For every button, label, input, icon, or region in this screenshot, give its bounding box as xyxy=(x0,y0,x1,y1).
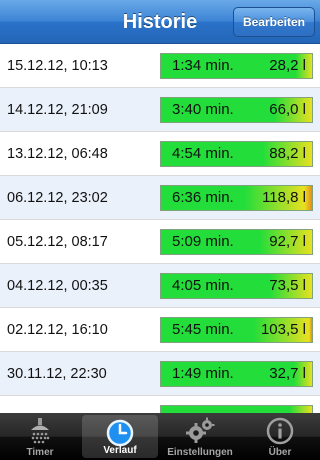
history-date: 13.12.12, 06:48 xyxy=(7,146,108,162)
tab-label: Timer xyxy=(26,447,54,458)
shower-duration: 4:05 min. xyxy=(172,277,234,294)
water-volume: 92,7 l xyxy=(269,233,306,250)
consumption-meter: 5:09 min. 92,7 l xyxy=(160,229,313,255)
shower-duration: 1:34 min. xyxy=(172,57,234,74)
consumption-meter: 4:54 min. 88,2 l xyxy=(160,141,313,167)
history-row[interactable] xyxy=(0,396,320,413)
history-row[interactable]: 15.12.12, 10:13 1:34 min. 28,2 l xyxy=(0,44,320,88)
shower-duration: 1:49 min. xyxy=(172,365,234,382)
history-row[interactable]: 30.11.12, 22:30 1:49 min. 32,7 l xyxy=(0,352,320,396)
water-volume: 88,2 l xyxy=(269,145,306,162)
history-date: 06.12.12, 23:02 xyxy=(7,190,108,206)
water-volume: 118,8 l xyxy=(262,189,306,206)
tab-timer[interactable]: Timer xyxy=(0,413,80,460)
history-row[interactable]: 04.12.12, 00:35 4:05 min. 73,5 l xyxy=(0,264,320,308)
tab-verlauf[interactable]: Verlauf xyxy=(82,415,158,458)
history-date: 04.12.12, 00:35 xyxy=(7,278,108,294)
history-date: 05.12.12, 08:17 xyxy=(7,234,108,250)
water-volume: 73,5 l xyxy=(269,277,306,294)
shower-duration: 5:09 min. xyxy=(172,233,234,250)
history-list[interactable]: 15.12.12, 10:13 1:34 min. 28,2 l 14.12.1… xyxy=(0,44,320,413)
history-row[interactable]: 06.12.12, 23:02 6:36 min. 118,8 l xyxy=(0,176,320,220)
tab-label: Verlauf xyxy=(103,445,137,456)
shower-icon xyxy=(31,418,50,444)
water-volume: 28,2 l xyxy=(269,57,306,74)
water-volume: 103,5 l xyxy=(260,321,306,338)
shower-duration: 6:36 min. xyxy=(172,189,234,206)
tab-ueber[interactable]: Über xyxy=(240,413,320,460)
shower-duration: 4:54 min. xyxy=(172,145,234,162)
consumption-meter: 5:45 min. 103,5 l xyxy=(160,317,313,343)
tab-label: Einstellungen xyxy=(167,447,233,458)
consumption-meter: 4:05 min. 73,5 l xyxy=(160,273,313,299)
consumption-meter: 1:34 min. 28,2 l xyxy=(160,53,313,79)
consumption-meter: 1:49 min. 32,7 l xyxy=(160,361,313,387)
tab-label: Über xyxy=(268,447,292,458)
tab-einstellungen[interactable]: Einstellungen xyxy=(160,413,240,460)
history-row[interactable]: 13.12.12, 06:48 4:54 min. 88,2 l xyxy=(0,132,320,176)
tab-bar: Timer Verlauf Einstellungen Über xyxy=(0,413,320,460)
history-row[interactable]: 02.12.12, 16:10 5:45 min. 103,5 l xyxy=(0,308,320,352)
gears-icon xyxy=(186,417,215,443)
info-icon xyxy=(266,417,294,445)
history-row[interactable]: 05.12.12, 08:17 5:09 min. 92,7 l xyxy=(0,220,320,264)
water-volume: 32,7 l xyxy=(269,365,306,382)
history-date: 15.12.12, 10:13 xyxy=(7,58,108,74)
clock-icon xyxy=(106,419,134,447)
consumption-meter xyxy=(160,405,313,413)
history-date: 02.12.12, 16:10 xyxy=(7,322,108,338)
navigation-bar: Historie Bearbeiten xyxy=(0,0,320,44)
edit-button[interactable]: Bearbeiten xyxy=(232,7,315,37)
water-volume: 66,0 l xyxy=(269,101,306,118)
consumption-meter: 3:40 min. 66,0 l xyxy=(160,97,313,123)
consumption-meter: 6:36 min. 118,8 l xyxy=(160,185,313,211)
history-date: 30.11.12, 22:30 xyxy=(7,366,107,382)
shower-duration: 5:45 min. xyxy=(172,321,234,338)
history-date: 14.12.12, 21:09 xyxy=(7,102,108,118)
shower-duration: 3:40 min. xyxy=(172,101,234,118)
history-row[interactable]: 14.12.12, 21:09 3:40 min. 66,0 l xyxy=(0,88,320,132)
